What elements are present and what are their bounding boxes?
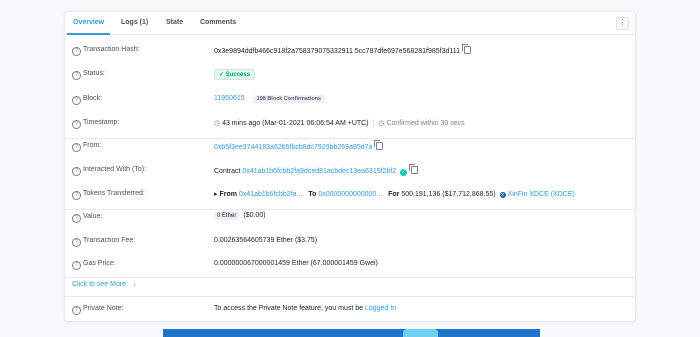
status-label: Status:: [83, 70, 105, 77]
contract-address-link[interactable]: 0x41ab1b6fcbb2fa9dced81acbdec13ea6315f2b…: [242, 168, 396, 175]
advertisement-banner[interactable]: [163, 329, 540, 337]
token-to-link[interactable]: 0x0000000000000...: [318, 191, 382, 198]
row-timestamp: ? Timestamp: ◷ 43 mins ago (Mar-01-2021 …: [65, 116, 635, 139]
row-see-more: Click to see More ↓: [65, 278, 635, 297]
caret-right-icon: ▸: [214, 191, 218, 198]
row-tokens-transferred: ? Tokens Transferred: ▸ From 0x41ab1b6fc…: [65, 187, 635, 210]
from-value-wrap: 0xb5f3ee3744183a62b5fbcb8dc7929bb269a95d…: [214, 140, 384, 151]
see-more-text: Click to see More: [72, 281, 127, 288]
copy-icon[interactable]: [409, 164, 419, 174]
row-block: ? Block: 11950615 198 Block Confirmations: [65, 92, 635, 108]
block-confirmations-badge: 198 Block Confirmations: [252, 95, 326, 103]
contract-prefix: Contract: [214, 168, 241, 175]
copy-icon[interactable]: [462, 44, 472, 54]
token-name-link[interactable]: XinFin XDCE (XDCE): [508, 191, 575, 198]
transaction-hash-label: Transaction Hash:: [83, 46, 140, 53]
help-icon: ?: [72, 120, 81, 129]
value-label: Value:: [83, 213, 103, 220]
transaction-card: Overview Logs (1) State Comments ⋮ ? Tra…: [64, 11, 636, 322]
ether-value-badge: 0 Ether: [214, 212, 240, 220]
success-check-icon: ✓: [219, 72, 226, 78]
status-badge: ✓ Success: [214, 69, 256, 80]
from-address-link[interactable]: 0xb5f3ee3744183a62b5fbcb8dc7929bb269a95d…: [214, 144, 372, 151]
help-icon: ?: [72, 167, 81, 176]
help-icon: ?: [72, 71, 81, 80]
tokens-transferred-label: Tokens Transferred:: [83, 190, 145, 197]
verified-check-icon: ✓: [400, 169, 408, 176]
token-usd: ($17,712,868.55): [442, 191, 496, 198]
status-value-wrap: ✓ Success: [214, 69, 256, 80]
arrow-down-icon: ↓: [133, 281, 137, 288]
tab-comments[interactable]: Comments: [200, 12, 236, 34]
clock-icon: ◷: [214, 120, 221, 127]
help-icon: ?: [72, 47, 81, 56]
row-private-note: ? Private Note: To access the Private No…: [65, 302, 635, 318]
row-from: ? From: 0xb5f3ee3744183a62b5fbcb8dc7929b…: [65, 139, 635, 155]
status-badge-text: Success: [225, 72, 251, 78]
gas-price-value: 0.000000067000001459 Ether (67.000001459…: [214, 260, 378, 267]
help-icon: ?: [72, 261, 81, 270]
value-usd: ($0.00): [243, 212, 266, 219]
tab-state[interactable]: State: [166, 12, 183, 34]
help-icon: ?: [72, 191, 81, 200]
see-more-link[interactable]: Click to see More ↓: [72, 281, 137, 288]
confirmed-clock-icon: ◷: [378, 120, 385, 127]
private-note-label: Private Note:: [83, 305, 124, 312]
help-icon: ?: [72, 143, 81, 152]
interacted-with-value-wrap: Contract 0x41ab1b6fcbb2fa9dced81acbdec13…: [214, 164, 419, 176]
block-label: Block:: [83, 95, 103, 102]
help-icon: ?: [72, 96, 81, 105]
gas-price-label: Gas Price:: [83, 260, 116, 267]
row-interacted-with: ? Interacted With (To): Contract 0x41ab1…: [65, 163, 635, 179]
token-to-label: To: [308, 191, 317, 198]
row-value: ? Value: 0 Ether ($0.00): [65, 210, 635, 226]
tab-bar: Overview Logs (1) State Comments ⋮: [65, 12, 635, 35]
transaction-fee-label: Transaction Fee:: [83, 237, 136, 244]
from-label: From:: [83, 142, 102, 149]
banner-graphic: [403, 329, 438, 337]
transaction-fee-value: 0.00263564605739 Ether ($3.75): [214, 237, 318, 244]
private-note-text: To access the Private Note feature, you …: [214, 305, 364, 312]
private-note-value-wrap: To access the Private Note feature, you …: [214, 305, 396, 312]
transaction-hash-value-wrap: 0x3e9894ddfb466c918f2a758379075332911 5c…: [214, 44, 472, 55]
transaction-hash-value: 0x3e9894ddfb466c918f2a758379075332911 5c…: [214, 48, 461, 55]
row-status: ? Status: ✓ Success: [65, 67, 635, 83]
block-number-link[interactable]: 11950615: [214, 95, 245, 102]
confirmed-within: Confirmed within 30 secs: [386, 120, 465, 127]
help-icon: ?: [72, 238, 81, 247]
interacted-with-label: Interacted With (To):: [83, 166, 147, 173]
token-for-label: For: [388, 191, 400, 198]
logged-in-link[interactable]: Logged In: [365, 305, 396, 312]
xdce-token-icon: X: [499, 192, 506, 198]
token-from-label: From: [219, 191, 237, 198]
value-wrap: 0 Ether ($0.00): [214, 212, 266, 220]
token-amount: 500,191,136: [401, 191, 441, 198]
timestamp-value-wrap: ◷ 43 mins ago (Mar-01-2021 06:06:54 AM +…: [214, 119, 465, 127]
tab-logs[interactable]: Logs (1): [121, 12, 148, 34]
block-value-wrap: 11950615 198 Block Confirmations: [214, 95, 326, 103]
timestamp-label: Timestamp:: [83, 119, 120, 126]
row-gas-price: ? Gas Price: 0.000000067000001459 Ether …: [65, 257, 635, 278]
row-transaction-fee: ? Transaction Fee: 0.00263564605739 Ethe…: [65, 234, 635, 250]
token-from-link[interactable]: 0x41ab1b6fcbb2fa...: [239, 191, 302, 198]
help-icon: ?: [72, 214, 81, 223]
copy-icon[interactable]: [374, 140, 384, 150]
more-vertical-icon[interactable]: ⋮: [616, 17, 629, 30]
tokens-transferred-value-wrap: ▸ From 0x41ab1b6fcbb2fa... To 0x00000000…: [214, 190, 575, 198]
help-icon: ?: [72, 306, 81, 315]
separator: |: [372, 120, 375, 127]
row-transaction-hash: ? Transaction Hash: 0x3e9894ddfb466c918f…: [65, 43, 635, 59]
tab-overview[interactable]: Overview: [66, 12, 111, 35]
timestamp-value: 43 mins ago (Mar-01-2021 06:06:54 AM +UT…: [222, 120, 369, 127]
